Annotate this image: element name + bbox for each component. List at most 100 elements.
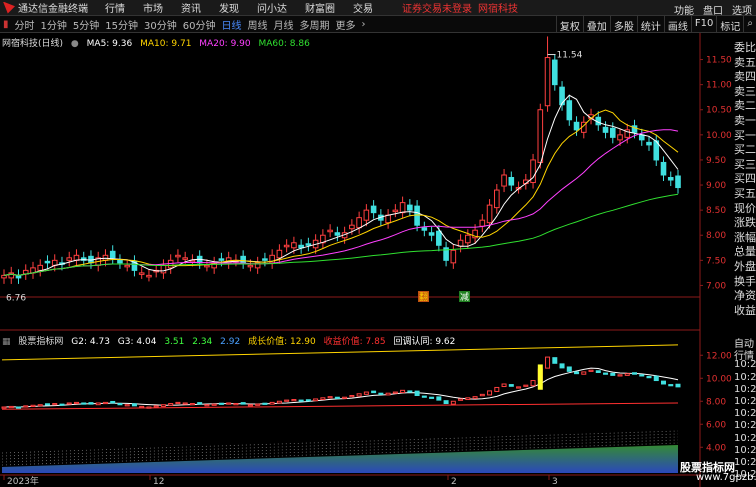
period-tab-5min[interactable]: 5分钟 [73, 17, 99, 32]
btn-overlay[interactable]: 叠加 [582, 16, 610, 33]
lower-candle [204, 404, 210, 407]
title-bar: 通达信金融终端 行情 市场 资讯 发现 问小达 财富圈 交易 证券交易未登录 网… [0, 0, 756, 17]
btn-mark[interactable]: 标记 [716, 16, 743, 33]
lower-candle [102, 401, 108, 405]
quote-row-label: 买一 [734, 128, 756, 142]
lower-candle [160, 404, 166, 407]
more-chevron-icon[interactable]: › [361, 19, 365, 30]
return-value: 收益价值: 7.85 [323, 337, 386, 347]
lower-candle [414, 390, 420, 397]
candle-body [240, 255, 246, 264]
date-label: 3 [552, 477, 558, 487]
ma20-label: MA20: 9.90 [199, 39, 251, 49]
menu-ask[interactable]: 问小达 [257, 0, 287, 15]
period-tab-30min[interactable]: 30分钟 [144, 17, 177, 32]
tick-time-label: 10:27 [734, 371, 756, 383]
growth-line [1, 344, 679, 361]
menu-wealth[interactable]: 财富圈 [305, 0, 335, 15]
grid-icon: ▦ [2, 337, 11, 347]
candle-body [385, 214, 391, 224]
indicator-title: 股票指标网 [18, 337, 64, 347]
lower-candle [255, 403, 261, 406]
candle-body [44, 260, 51, 264]
price-tick-label: 8.50 [706, 206, 726, 216]
g2-label: G2: 4.73 [71, 337, 110, 347]
btn-draw[interactable]: 画线 [663, 16, 691, 33]
growth-value: 成长价值: 12.90 [248, 337, 316, 347]
candle-body [1, 274, 7, 279]
lower-candle [378, 392, 384, 395]
candle-body [334, 232, 341, 236]
candle-body [617, 134, 623, 141]
lower-candle [646, 376, 652, 379]
menu-quotes[interactable]: 行情 [105, 0, 125, 15]
candle-body [160, 264, 167, 274]
menu-news[interactable]: 资讯 [181, 0, 201, 15]
menu-panel[interactable]: 盘口 [703, 2, 723, 17]
period-tab-more[interactable]: 更多 [335, 17, 355, 32]
quote-row-label: 卖五 [734, 55, 756, 69]
menu-market[interactable]: 市场 [143, 0, 163, 15]
candle-body [537, 109, 544, 163]
lower-candle [501, 383, 507, 388]
login-notice[interactable]: 证券交易未登录 [402, 0, 472, 15]
lower-tick-label: 8.00 [706, 397, 726, 407]
candle-body [283, 244, 290, 248]
lower-candle [624, 373, 630, 376]
menu-options[interactable]: 选项 [732, 2, 752, 17]
period-tab-1min[interactable]: 1分钟 [41, 17, 67, 32]
candle-body [486, 204, 493, 224]
candle-body [602, 126, 609, 133]
app-logo-icon [3, 1, 15, 14]
candle-body [175, 254, 181, 258]
period-tab-60min[interactable]: 60分钟 [183, 17, 216, 32]
lower-candle [291, 399, 297, 402]
ma5-label: MA5: 9.36 [86, 39, 133, 49]
period-tab-multi[interactable]: 多周期 [299, 17, 329, 32]
lower-candle [182, 402, 188, 405]
lower-candle [52, 403, 58, 406]
period-tab-monthly[interactable]: 月线 [273, 17, 293, 32]
candle-body [428, 232, 435, 236]
candles [1, 36, 681, 284]
settings-dot-icon[interactable]: ● [71, 39, 79, 49]
lower-candle [327, 396, 333, 399]
lower-candle [59, 403, 65, 406]
btn-multi-stock[interactable]: 多股 [609, 16, 637, 33]
menu-discover[interactable]: 发现 [219, 0, 239, 15]
btn-adjust[interactable]: 复权 [555, 16, 583, 33]
candle-body [117, 259, 123, 264]
watermark-url: www.7gpzb.com [696, 472, 756, 483]
lower-candle [88, 402, 94, 405]
candle-body [450, 249, 457, 264]
price-tick-label: 8.00 [706, 231, 726, 241]
lower-candle [508, 384, 514, 387]
btn-f10[interactable]: F10 [690, 16, 716, 32]
btn-stats[interactable]: 统计 [636, 16, 664, 33]
date-label: 2 [451, 477, 457, 487]
period-tab-weekly[interactable]: 周线 [247, 17, 267, 32]
date-label: 2023年 [7, 475, 39, 487]
search-icon[interactable]: ⌕ [743, 16, 756, 32]
quote-row-label: 委比 [734, 41, 756, 54]
lower-candle [146, 406, 152, 409]
kline-chart[interactable]: 11.50 11.00 10.50 10.00 9.50 9.00 8.50 8.00 7.50… [0, 33, 756, 487]
price-tick-label: 9.00 [706, 181, 726, 191]
quote-row-label: 涨跌 [734, 216, 756, 230]
lower-candle [675, 383, 681, 388]
lower-candle [233, 403, 239, 406]
menu-function[interactable]: 功能 [674, 2, 694, 17]
period-tab-daily[interactable]: 日线 [221, 17, 241, 32]
candle-body [551, 59, 558, 86]
ma10-label: MA10: 9.71 [140, 39, 192, 49]
value-a: 3.51 [164, 337, 185, 347]
lower-candle [153, 405, 159, 408]
candle-body [494, 189, 500, 209]
menu-trade[interactable]: 交易 [353, 0, 373, 15]
lower-candle [371, 390, 377, 394]
price-tick-label: 10.50 [706, 106, 732, 116]
price-tick-label: 9.50 [706, 156, 726, 166]
period-tab-timeshare[interactable]: 分时 [15, 17, 35, 32]
period-tab-15min[interactable]: 15分钟 [105, 17, 138, 32]
quote-row-label: 买三 [734, 157, 756, 171]
